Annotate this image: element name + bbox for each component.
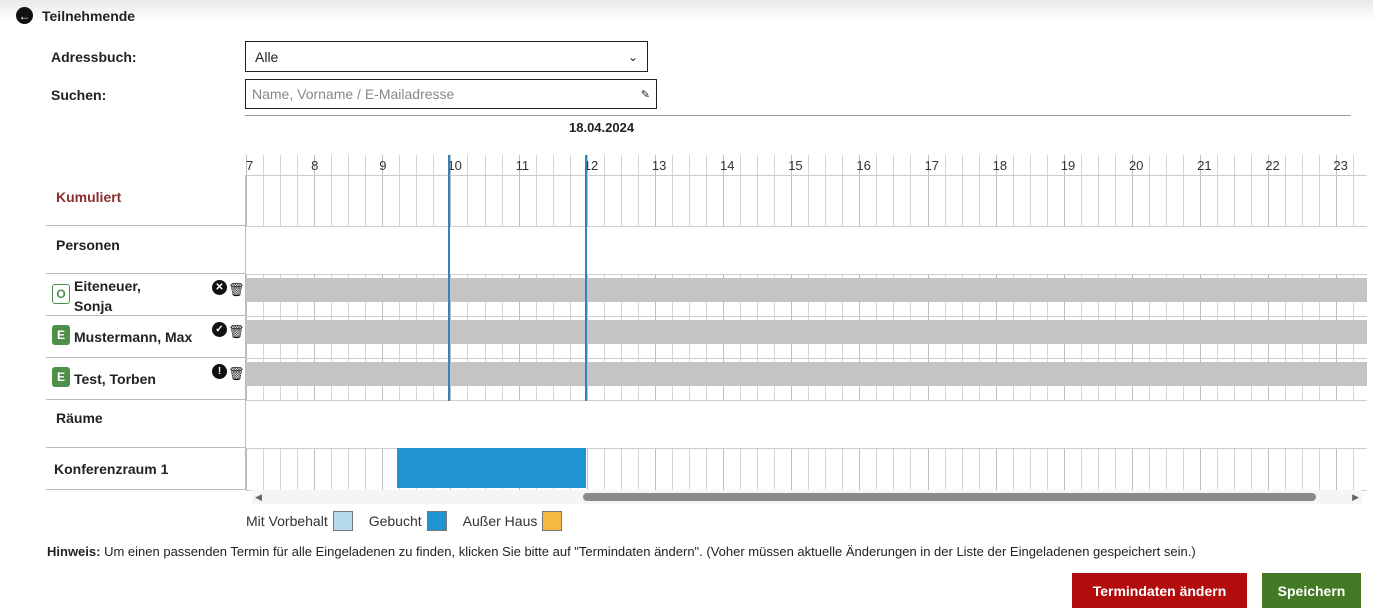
save-button[interactable]: Speichern [1262,573,1361,608]
busy-bar-1 [246,278,1367,302]
grid-row-line [246,175,1367,176]
hour-label: 20 [1128,158,1144,173]
legend-booked-label: Gebucht [368,513,422,529]
hour-label: 8 [311,158,319,173]
participant-name: Test, Torben [74,371,156,387]
legend-tentative-swatch [332,511,353,531]
page-title: Teilnehmende [42,7,136,24]
edit-icon: ✎ [640,88,650,101]
busy-bar-3 [246,362,1367,386]
grid-row-line [246,274,1367,275]
room-name: Konferenzraum 1 [54,461,169,477]
room-booking-block[interactable] [397,448,586,488]
persons-row-fill [246,227,1367,274]
row-rooms: Räume [46,400,246,448]
participant-badge: E [52,325,70,345]
hour-label: 21 [1197,158,1212,173]
grid-row-line [246,358,1367,359]
start-marker [448,155,450,275]
participant-badge: O [52,284,70,304]
hour-label: 7 [246,158,254,173]
participant-row: O Eiteneuer, Sonja ✕ 🗑 [46,274,246,316]
search-label: Suchen: [51,87,107,103]
participant-row: E Test, Torben ! 🗑 [46,358,246,400]
declined-icon: ✕ [212,280,227,295]
scrollbar-thumb[interactable] [583,493,1316,501]
participant-name: Mustermann, Max [74,329,193,345]
addressbook-select[interactable]: Alle ⌄ [245,41,648,72]
hour-label: 9 [379,158,387,173]
hour-label: 11 [515,158,530,173]
hour-label: 13 [651,158,667,173]
pending-icon: ! [212,364,227,379]
participant-name-line1: Eiteneuer, [74,278,141,294]
horizontal-scrollbar[interactable]: ◀ ▶ [252,490,1362,504]
room-row: Konferenzraum 1 [46,448,246,490]
trash-icon[interactable]: 🗑 [228,282,245,298]
scroll-left-icon[interactable]: ◀ [255,492,262,503]
trash-icon[interactable]: 🗑 [228,366,245,382]
trash-icon[interactable]: 🗑 [228,324,245,340]
grid-row-line [246,316,1367,317]
hour-label: 23 [1333,158,1348,173]
row-persons: Personen [46,226,246,274]
back-arrow-icon[interactable]: ← [16,7,33,24]
participant-row: E Mustermann, Max ✓ 🗑 [46,316,246,358]
end-marker [585,155,587,401]
participant-name-line2: Sonja [74,298,113,314]
header: ← Teilnehmende [16,7,135,24]
cumulative-label: Kumuliert [56,189,122,205]
accepted-icon: ✓ [212,322,227,337]
legend: Mit Vorbehalt Gebucht Außer Haus [246,511,578,531]
persons-label: Personen [56,237,120,253]
hour-label: 16 [856,158,871,173]
hour-label: 18 [992,158,1008,173]
legend-out-label: Außer Haus [462,513,538,529]
hour-label: 19 [1060,158,1076,173]
hour-label: 22 [1265,158,1280,173]
scroll-right-icon[interactable]: ▶ [1352,492,1359,503]
addressbook-value: Alle [255,48,279,65]
hint-text: Um einen passenden Termin für alle Einge… [104,544,1196,559]
start-marker-persons [448,275,450,401]
top-shade [0,0,1373,22]
legend-booked-swatch [426,511,447,531]
schedule-grid: 7 8 9 10 11 12 13 14 15 16 17 18 19 20 21 22 23 [246,155,1367,491]
search-placeholder: Name, Vorname / E-Mailadresse [252,86,455,102]
hour-label: 14 [720,158,735,173]
hint: Hinweis: Um einen passenden Termin für a… [47,544,1196,559]
participant-badge: E [52,367,70,387]
legend-tentative-label: Mit Vorbehalt [246,513,328,529]
chevron-down-icon: ⌄ [627,49,638,64]
divider [245,115,1351,116]
row-cumulative: Kumuliert [46,175,246,226]
rooms-row-fill [246,401,1367,448]
schedule-date: 18.04.2024 [569,120,635,135]
legend-out-swatch [542,511,563,531]
search-input[interactable]: Name, Vorname / E-Mailadresse ✎ [245,79,657,109]
participant-name: Eiteneuer, Sonja [74,276,141,316]
rooms-label: Räume [56,410,103,426]
addressbook-label: Adressbuch: [51,49,137,65]
hour-label: 17 [924,158,939,173]
change-appointment-button[interactable]: Termindaten ändern [1072,573,1247,608]
hint-label: Hinweis: [47,544,101,559]
busy-bar-2 [246,320,1367,344]
hour-label: 15 [788,158,803,173]
